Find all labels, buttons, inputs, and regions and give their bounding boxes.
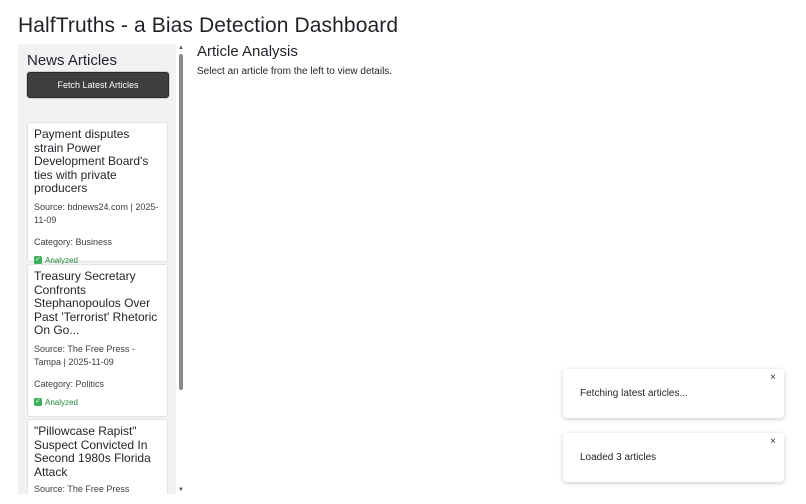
news-sidebar: News Articles Fetch Latest Articles Paym…	[18, 44, 176, 494]
article-card[interactable]: Payment disputes strain Power Developmen…	[27, 122, 168, 265]
scroll-thumb[interactable]	[179, 54, 183, 390]
scroll-up-icon[interactable]: ▲	[177, 44, 185, 52]
check-icon: ✓	[34, 398, 42, 406]
close-icon[interactable]: ×	[768, 373, 778, 383]
analyzed-badge: ✓ Analyzed	[34, 398, 162, 407]
article-title: "Pillowcase Rapist" Suspect Convicted In…	[34, 424, 151, 479]
article-source: Source: bdnews24.com | 2025-11-09	[34, 201, 159, 226]
scroll-down-icon[interactable]: ▼	[177, 486, 185, 494]
check-icon: ✓	[34, 256, 42, 264]
sidebar-title: News Articles	[27, 52, 118, 69]
article-source: Source: The Free Press	[34, 484, 130, 494]
sidebar-scrollbar[interactable]: ▲ ▼	[177, 44, 185, 494]
article-card[interactable]: Treasury Secretary Confronts Stephanopou…	[27, 264, 168, 417]
toast-fetching: Fetching latest articles... ×	[563, 369, 784, 418]
toast-message: Fetching latest articles...	[580, 388, 688, 399]
toast-message: Loaded 3 articles	[580, 452, 657, 463]
article-title: Treasury Secretary Confronts Stephanopou…	[34, 269, 158, 337]
article-card[interactable]: "Pillowcase Rapist" Suspect Convicted In…	[27, 419, 168, 494]
fetch-latest-articles-button[interactable]: Fetch Latest Articles	[27, 72, 169, 98]
toast-loaded: Loaded 3 articles ×	[563, 433, 784, 482]
article-source: Source: The Free Press - Tampa | 2025-11…	[34, 343, 135, 368]
app-title: HalfTruths - a Bias Detection Dashboard	[18, 14, 399, 37]
article-category: Category: Business	[34, 236, 113, 247]
close-icon[interactable]: ×	[768, 437, 778, 447]
analyzed-label: Analyzed	[45, 397, 78, 407]
article-title: Payment disputes strain Power Developmen…	[34, 127, 149, 195]
article-category: Category: Politics	[34, 378, 105, 389]
analysis-title: Article Analysis	[197, 43, 298, 60]
analysis-hint: Select an article from the left to view …	[197, 66, 393, 77]
